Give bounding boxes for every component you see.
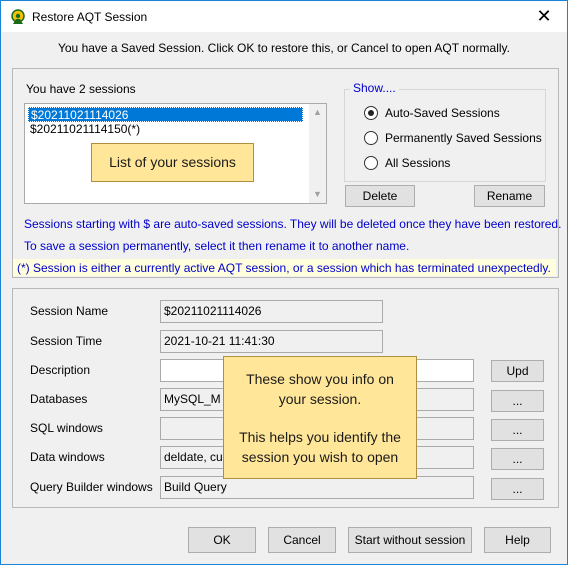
- start-without-session-button[interactable]: Start without session: [348, 527, 472, 553]
- query-builder-windows-label: Query Builder windows: [30, 480, 153, 494]
- button-bar: OK Cancel Start without session Help: [1, 516, 567, 564]
- radio-selected-icon[interactable]: [364, 106, 378, 120]
- session-name-label: Session Name: [30, 304, 109, 318]
- query-builder-windows-field: Build Query: [160, 476, 474, 499]
- info-active-session-note: (*) Session is either a currently active…: [17, 261, 551, 275]
- radio-permanently-saved[interactable]: Permanently Saved Sessions: [364, 131, 542, 145]
- data-windows-label: Data windows: [30, 450, 105, 464]
- session-time-field: 2021-10-21 11:41:30: [160, 330, 383, 353]
- intro-text: You have a Saved Session. Click OK to re…: [57, 41, 510, 55]
- session-info-callout: These show you info on your session. Thi…: [223, 356, 417, 479]
- info-save-permanently: To save a session permanently, select it…: [24, 239, 410, 253]
- databases-label: Databases: [30, 392, 88, 406]
- aqt-app-icon: [11, 9, 25, 24]
- show-filter-legend: Show....: [350, 81, 399, 95]
- info-auto-saved: Sessions starting with $ are auto-saved …: [24, 217, 562, 231]
- radio-label: Permanently Saved Sessions: [385, 131, 542, 145]
- scroll-down-arrow-icon[interactable]: ▼: [309, 186, 326, 203]
- sql-windows-more-button[interactable]: ...: [491, 419, 544, 441]
- sql-windows-label: SQL windows: [30, 421, 103, 435]
- update-description-button[interactable]: Upd: [491, 360, 544, 382]
- query-builder-windows-more-button[interactable]: ...: [491, 478, 544, 500]
- description-label: Description: [30, 363, 91, 377]
- session-name-field: $20211021114026: [160, 300, 383, 323]
- title-bar: Restore AQT Session ✕: [1, 1, 567, 32]
- radio-label: Auto-Saved Sessions: [385, 106, 500, 120]
- window-title: Restore AQT Session: [32, 10, 148, 24]
- help-button[interactable]: Help: [484, 527, 551, 553]
- data-windows-more-button[interactable]: ...: [491, 448, 544, 470]
- restore-session-dialog: Restore AQT Session ✕ You have a Saved S…: [0, 0, 568, 565]
- radio-icon[interactable]: [364, 131, 378, 145]
- sessions-list-callout: List of your sessions: [91, 143, 254, 182]
- sessions-count-label: You have 2 sessions: [26, 82, 136, 96]
- radio-label: All Sessions: [385, 156, 451, 170]
- scroll-up-arrow-icon[interactable]: ▲: [309, 104, 326, 121]
- list-item[interactable]: $20211021114150(*): [28, 122, 142, 137]
- radio-auto-saved[interactable]: Auto-Saved Sessions: [364, 106, 500, 120]
- cancel-button[interactable]: Cancel: [268, 527, 336, 553]
- session-time-label: Session Time: [30, 334, 103, 348]
- rename-button[interactable]: Rename: [474, 185, 545, 207]
- delete-button[interactable]: Delete: [345, 185, 415, 207]
- ok-button[interactable]: OK: [188, 527, 256, 553]
- list-item[interactable]: $20211021114026: [28, 107, 303, 122]
- session-info-callout-text: These show you info on your session.: [246, 371, 394, 407]
- radio-icon[interactable]: [364, 156, 378, 170]
- list-scrollbar[interactable]: ▲ ▼: [309, 104, 326, 203]
- radio-all-sessions[interactable]: All Sessions: [364, 156, 450, 170]
- close-icon: ✕: [536, 6, 552, 26]
- close-button[interactable]: ✕: [521, 1, 567, 32]
- session-info-callout-text: This helps you identify the session you …: [239, 429, 401, 465]
- databases-more-button[interactable]: ...: [491, 390, 544, 412]
